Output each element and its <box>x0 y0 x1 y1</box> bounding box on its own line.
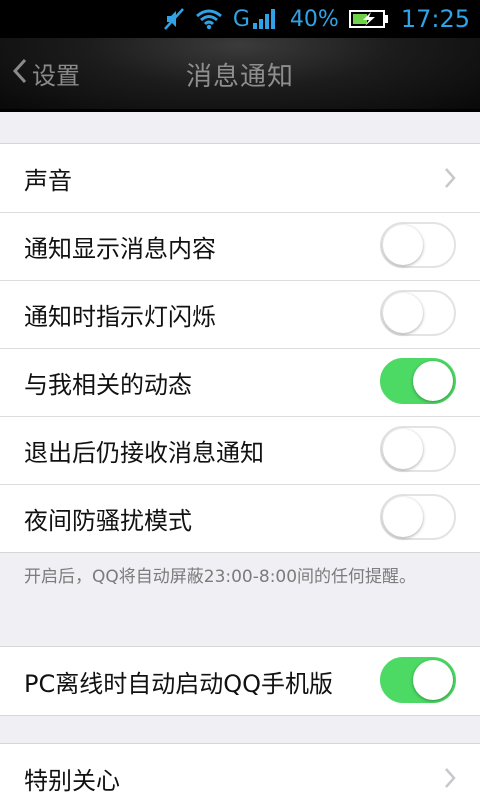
title-bar: 设置 消息通知 <box>0 38 480 112</box>
battery-charging-icon <box>348 9 389 29</box>
night-mode-description: 开启后，QQ将自动屏蔽23:00-8:00间的任何提醒。 <box>24 567 417 587</box>
toggle-knob <box>383 293 423 333</box>
special-care-list: 特别关心 <box>0 743 480 800</box>
row-label: PC离线时自动启动QQ手机版 <box>24 669 334 698</box>
chevron-right-icon <box>444 766 456 796</box>
page-title: 消息通知 <box>185 62 294 92</box>
related-activity-toggle[interactable] <box>380 358 456 404</box>
pc-offline-autostart-toggle[interactable] <box>380 657 456 703</box>
special-care-row[interactable]: 特别关心 <box>0 744 480 800</box>
clock: 17:25 <box>400 5 470 33</box>
receive-after-exit-row: 退出后仍接收消息通知 <box>0 416 480 484</box>
row-label: 特别关心 <box>24 766 120 795</box>
row-label: 退出后仍接收消息通知 <box>24 438 264 467</box>
led-blink-row: 通知时指示灯闪烁 <box>0 280 480 348</box>
status-bar: G 40% 17:25 <box>0 0 480 38</box>
toggle-knob <box>383 497 423 537</box>
notification-settings-list: 声音 通知显示消息内容 通知时指示灯闪烁 与我相关的动态 退出后仍接收消息通知 … <box>0 143 480 553</box>
signal-icon <box>252 8 276 30</box>
row-label: 声音 <box>24 166 72 195</box>
sound-row[interactable]: 声音 <box>0 144 480 212</box>
row-label: 夜间防骚扰模式 <box>24 506 192 535</box>
night-mode-row: 夜间防骚扰模式 <box>0 484 480 552</box>
pc-offline-autostart-row: PC离线时自动启动QQ手机版 <box>0 647 480 715</box>
led-blink-toggle[interactable] <box>380 290 456 336</box>
toggle-knob <box>413 361 453 401</box>
show-content-row: 通知显示消息内容 <box>0 212 480 280</box>
row-label: 通知时指示灯闪烁 <box>24 302 216 331</box>
row-label: 与我相关的动态 <box>24 370 192 399</box>
pc-offline-list: PC离线时自动启动QQ手机版 <box>0 646 480 716</box>
battery-percent: 40% <box>289 6 339 32</box>
chevron-right-icon <box>444 166 456 196</box>
related-activity-row: 与我相关的动态 <box>0 348 480 416</box>
show-content-toggle[interactable] <box>380 222 456 268</box>
receive-after-exit-toggle[interactable] <box>380 426 456 472</box>
toggle-knob <box>383 225 423 265</box>
wifi-icon <box>195 8 223 30</box>
network-type: G <box>232 6 250 32</box>
toggle-knob <box>413 660 453 700</box>
night-mode-toggle[interactable] <box>380 494 456 540</box>
row-label: 通知显示消息内容 <box>24 234 216 263</box>
mute-icon <box>163 7 185 31</box>
toggle-knob <box>383 429 423 469</box>
